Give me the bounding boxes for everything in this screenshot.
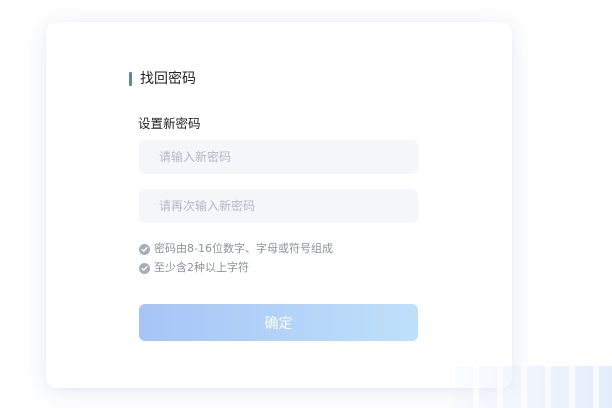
- new-password-field[interactable]: [139, 140, 418, 174]
- password-rule-text: 密码由8-16位数字、字母或符号组成: [154, 242, 333, 255]
- new-password-input[interactable]: [159, 150, 418, 164]
- background-decoration: [455, 366, 612, 408]
- title-accent-bar: [129, 72, 132, 86]
- confirm-button[interactable]: 确定: [139, 304, 418, 341]
- password-rule-text: 至少含2种以上字符: [154, 261, 249, 274]
- confirm-password-input[interactable]: [159, 199, 418, 213]
- new-password-section-label: 设置新密码: [138, 116, 201, 131]
- password-rule-char-types: 至少含2种以上字符: [139, 260, 249, 276]
- password-rule-length: 密码由8-16位数字、字母或符号组成: [139, 241, 333, 257]
- page-title: 找回密码: [140, 71, 196, 87]
- confirm-password-field[interactable]: [139, 189, 418, 223]
- check-circle-icon: [139, 243, 150, 255]
- check-circle-icon: [139, 262, 150, 274]
